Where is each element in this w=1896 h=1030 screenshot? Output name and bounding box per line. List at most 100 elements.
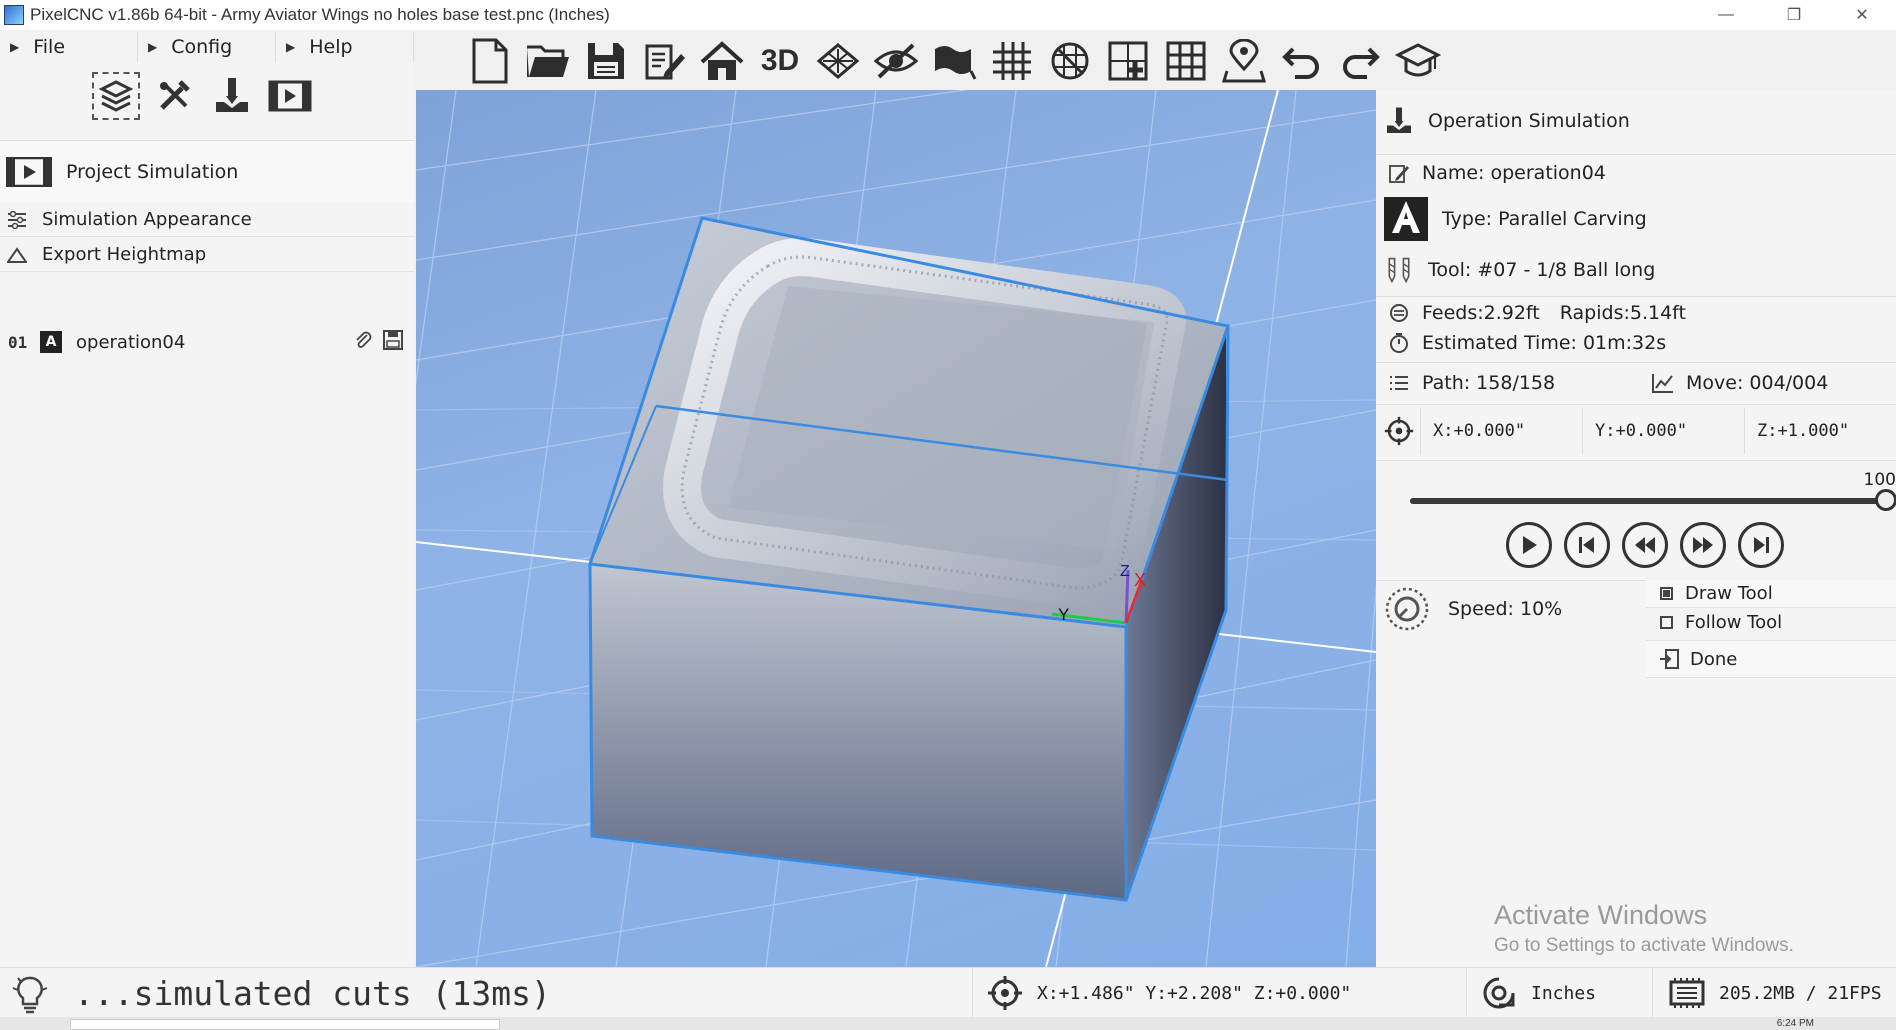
operation-type-row: Type: Parallel Carving	[1376, 194, 1896, 244]
stopwatch-icon	[1384, 332, 1414, 354]
memory-fps-indicator: 205.2MB / 21FPS	[1652, 968, 1896, 1018]
checkbox-checked	[1660, 587, 1673, 600]
layers-view-icon[interactable]	[810, 33, 866, 89]
menu-help[interactable]: ▶ Help	[276, 32, 414, 62]
estimated-time-label: Estimated Time: 01m:32s	[1422, 332, 1667, 354]
speed-row[interactable]: Speed: 10%	[1376, 584, 1636, 634]
mode-switcher	[92, 72, 314, 120]
home-view-icon[interactable]	[694, 33, 750, 89]
flag-icon[interactable]	[926, 33, 982, 89]
triangle-right-icon: ▶	[10, 40, 20, 54]
cursor-coordinates: X:+1.486" Y:+2.208" Z:+0.000"	[972, 968, 1462, 1018]
step-forward-button[interactable]	[1680, 522, 1726, 568]
divider	[1376, 460, 1896, 461]
coord-y: Y:+0.000"	[1582, 408, 1742, 454]
save-icon[interactable]	[578, 33, 634, 89]
left-panel: Project Simulation Simulation Appearance…	[0, 62, 414, 967]
operation-name-label: Name: operation04	[1422, 162, 1606, 184]
slider-value-label: 100	[1863, 470, 1896, 490]
taskbar-app-button[interactable]	[70, 1019, 500, 1030]
operation-list-item[interactable]: 01 A operation04	[0, 324, 414, 360]
project-simulation-header: Project Simulation	[0, 140, 414, 202]
edit-icon	[1384, 162, 1414, 184]
snap-off-icon[interactable]	[1042, 33, 1098, 89]
export-heightmap-row[interactable]: Export Heightmap	[0, 238, 414, 272]
new-file-icon[interactable]	[462, 33, 518, 89]
follow-tool-label: Follow Tool	[1685, 611, 1783, 633]
parallel-carving-icon: A	[40, 331, 62, 353]
chart-line-icon	[1648, 372, 1678, 394]
operation-simulation-title: Operation Simulation	[1428, 110, 1630, 132]
hide-icon[interactable]	[868, 33, 924, 89]
units-indicator[interactable]: Inches	[1466, 968, 1652, 1018]
menu-config[interactable]: ▶ Config	[138, 32, 276, 62]
close-button[interactable]: ✕	[1828, 0, 1896, 30]
watermark-subtitle: Go to Settings to activate Windows.	[1494, 935, 1794, 956]
title-bar: PixelCNC v1.86b 64-bit - Army Aviator Wi…	[0, 0, 1896, 30]
path-move-row: Path: 158/158 Move: 004/004	[1376, 366, 1896, 400]
minimize-button[interactable]: —	[1692, 0, 1760, 30]
coord-z: Z:+1.000"	[1744, 408, 1896, 454]
speed-label: Speed: 10%	[1448, 598, 1563, 620]
draw-tool-checkbox[interactable]: Draw Tool	[1646, 580, 1896, 608]
status-bar: ...simulated cuts (13ms) X:+1.486" Y:+2.…	[0, 967, 1896, 1018]
menu-file[interactable]: ▶ File	[0, 32, 138, 62]
simulation-scene: Y Z X	[416, 90, 1376, 967]
film-icon	[5, 156, 53, 187]
undo-icon[interactable]	[1274, 33, 1330, 89]
menu-bar: ▶ File ▶ Config ▶ Help	[0, 32, 414, 62]
add-region-icon[interactable]	[1100, 33, 1156, 89]
3d-viewport[interactable]: Y Z X	[416, 90, 1376, 967]
mountain-icon	[6, 246, 28, 263]
done-button[interactable]: Done	[1646, 640, 1896, 678]
operation-simulation-header: Operation Simulation	[1376, 90, 1896, 152]
operation-number: 01	[8, 332, 28, 352]
slider-fill	[1410, 498, 1886, 504]
tools-mode-icon[interactable]	[150, 72, 198, 120]
window-title: PixelCNC v1.86b 64-bit - Army Aviator Wi…	[30, 5, 610, 24]
axis-x-label: X	[1134, 570, 1146, 590]
tutorial-icon[interactable]	[1390, 33, 1446, 89]
table-icon[interactable]	[1158, 33, 1214, 89]
redo-icon[interactable]	[1332, 33, 1388, 89]
follow-tool-checkbox[interactable]: Follow Tool	[1646, 608, 1896, 636]
skip-to-start-button[interactable]	[1564, 522, 1610, 568]
path-label: Path: 158/158	[1422, 372, 1556, 394]
restore-button[interactable]: ❐	[1760, 0, 1828, 30]
step-back-button[interactable]	[1622, 522, 1668, 568]
map-pin-icon[interactable]	[1216, 33, 1272, 89]
simulation-appearance-label: Simulation Appearance	[42, 209, 252, 230]
3d-view-icon[interactable]: 3D	[752, 33, 808, 89]
simulation-mode-icon[interactable]	[266, 72, 314, 120]
memory-fps-label: 205.2MB / 21FPS	[1719, 982, 1882, 1004]
open-folder-icon[interactable]	[520, 33, 576, 89]
save-operation-icon[interactable]	[382, 329, 404, 356]
taskbar-clock: 6:24 PM	[1776, 1018, 1814, 1029]
skip-to-end-button[interactable]	[1738, 522, 1784, 568]
sliders-icon	[6, 210, 28, 229]
parallel-carving-icon	[1384, 197, 1428, 241]
crosshair-icon	[1376, 408, 1420, 454]
simulation-progress-slider[interactable]	[1410, 489, 1896, 511]
paperclip-icon[interactable]	[352, 329, 374, 356]
export-heightmap-label: Export Heightmap	[42, 244, 207, 265]
activation-watermark: Activate Windows Go to Settings to activ…	[1494, 900, 1794, 957]
slider-knob[interactable]	[1875, 489, 1896, 511]
operation-type-label: Type: Parallel Carving	[1442, 208, 1647, 230]
move-label: Move: 004/004	[1686, 372, 1829, 394]
grid-icon[interactable]	[984, 33, 1040, 89]
list-icon	[1384, 374, 1414, 392]
tool-row: Tool: #07 - 1/8 Ball long	[1376, 248, 1896, 292]
memory-chip-icon	[1667, 976, 1707, 1010]
tape-measure-icon	[1481, 975, 1517, 1011]
divider	[1376, 296, 1896, 297]
simulation-appearance-row[interactable]: Simulation Appearance	[0, 203, 414, 237]
play-button[interactable]	[1506, 522, 1552, 568]
edit-icon[interactable]	[636, 33, 692, 89]
feeds-row: Feeds:2.92ft Rapids:5.14ft	[1376, 298, 1896, 328]
layers-mode-icon[interactable]	[92, 72, 140, 120]
units-label: Inches	[1531, 982, 1597, 1004]
operations-mode-icon[interactable]	[208, 72, 256, 120]
feed-rate-icon	[1384, 303, 1414, 323]
divider	[1376, 154, 1896, 155]
